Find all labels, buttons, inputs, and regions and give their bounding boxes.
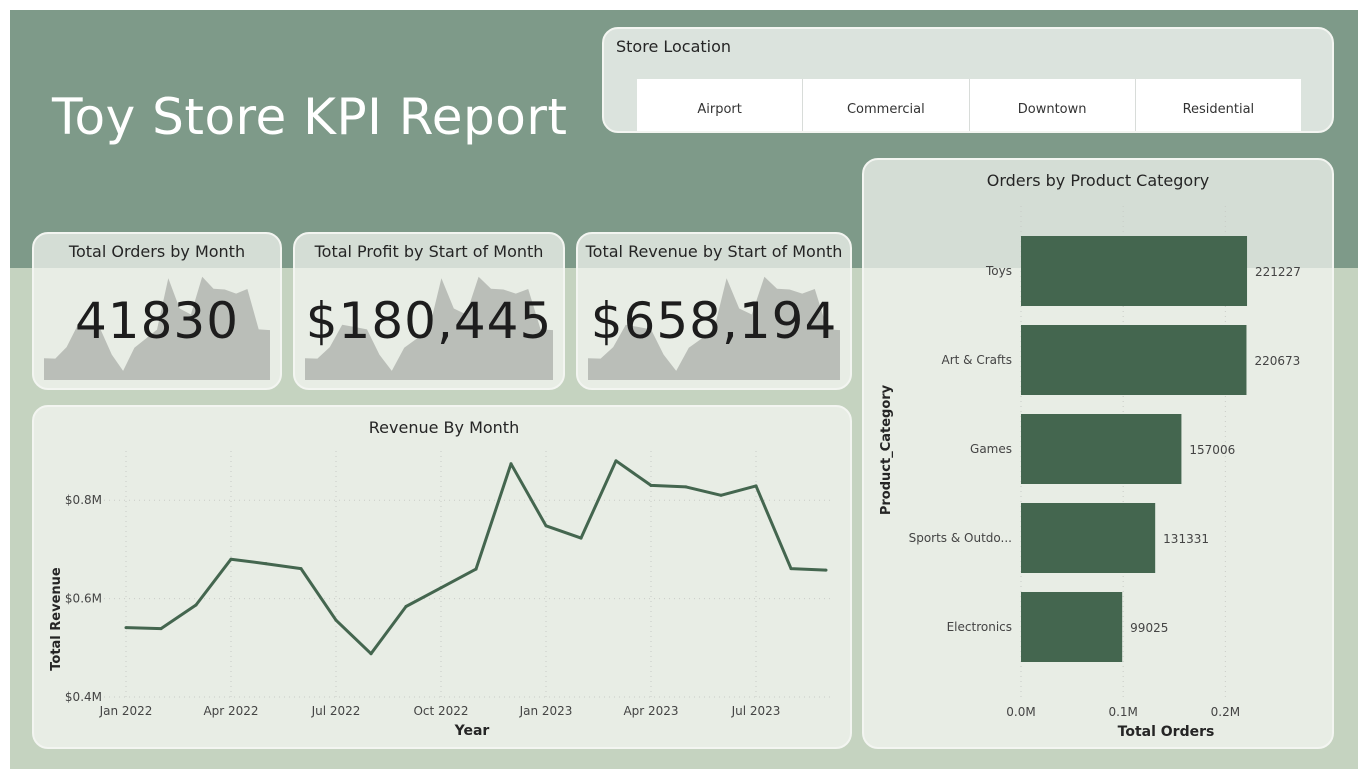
revenue-data-point[interactable] xyxy=(299,567,303,571)
revenue-data-point[interactable] xyxy=(369,652,373,656)
slicer-title: Store Location xyxy=(616,37,732,56)
kpi-card-revenue[interactable]: Total Revenue by Start of Month $658,194 xyxy=(576,232,852,390)
kpi-value: $658,194 xyxy=(590,292,838,350)
revenue-data-point[interactable] xyxy=(789,567,793,571)
orders-by-category-card[interactable]: Orders by Product Category Toys Art & Cra… xyxy=(862,158,1334,749)
revenue-data-point[interactable] xyxy=(124,626,128,630)
y-tick-label: $0.4M xyxy=(65,690,102,704)
x-tick-label: Apr 2022 xyxy=(203,704,258,718)
y-axis-label: Total Revenue xyxy=(49,567,64,671)
category-bar[interactable] xyxy=(1021,592,1123,662)
slicer-option-residential[interactable]: Residential xyxy=(1135,79,1301,131)
category-label: Toys xyxy=(985,264,1012,278)
x-tick-label: Jul 2022 xyxy=(311,704,361,718)
revenue-data-point[interactable] xyxy=(404,604,408,608)
x-tick-label: Apr 2023 xyxy=(623,704,678,718)
x-axis-label: Total Orders xyxy=(1118,724,1215,740)
revenue-data-point[interactable] xyxy=(264,562,268,566)
y-tick-label: $0.8M xyxy=(65,493,102,507)
revenue-data-point[interactable] xyxy=(754,484,758,488)
category-bar[interactable] xyxy=(1021,503,1156,573)
category-bar[interactable] xyxy=(1021,236,1248,306)
category-label: Art & Crafts xyxy=(942,353,1012,367)
y-tick-label: $0.6M xyxy=(65,592,102,606)
revenue-data-point[interactable] xyxy=(194,603,198,607)
x-tick-label: 0.2M xyxy=(1211,705,1240,719)
revenue-data-point[interactable] xyxy=(614,459,618,463)
slicer-option-commercial[interactable]: Commercial xyxy=(803,79,970,131)
report-title: Toy Store KPI Report xyxy=(52,88,568,146)
revenue-data-point[interactable] xyxy=(719,493,723,497)
revenue-data-point[interactable] xyxy=(579,536,583,540)
kpi-value: 41830 xyxy=(74,292,240,350)
revenue-data-point[interactable] xyxy=(229,557,233,561)
revenue-data-point[interactable] xyxy=(824,568,828,572)
y-axis-label: Product_Category xyxy=(879,384,894,515)
kpi-card-orders[interactable]: Total Orders by Month 41830 xyxy=(32,232,282,390)
category-label: Electronics xyxy=(947,620,1012,634)
bar-value-label: 131331 xyxy=(1163,532,1209,546)
bar-value-label: 157006 xyxy=(1189,443,1235,457)
dashboard-canvas: Toy Store KPI Report Store Location Airp… xyxy=(10,10,1358,769)
revenue-line-chart: Revenue By Month $0.4M $0.6M $0.8M Jan 202… xyxy=(49,418,834,739)
revenue-series-line xyxy=(125,459,827,656)
chart-title: Orders by Product Category xyxy=(987,171,1210,190)
kpi-title: Total Profit by Start of Month xyxy=(314,242,544,261)
revenue-data-point[interactable] xyxy=(439,586,443,590)
bar-value-label: 220673 xyxy=(1254,354,1300,368)
x-tick-label: Oct 2022 xyxy=(413,704,468,718)
category-label: Games xyxy=(970,442,1012,456)
revenue-data-point[interactable] xyxy=(649,483,653,487)
category-bar[interactable] xyxy=(1021,414,1182,484)
store-location-slicer: Store Location Airport Commercial Downto… xyxy=(602,27,1334,133)
x-tick-label: 0.0M xyxy=(1006,705,1035,719)
x-axis-label: Year xyxy=(454,723,490,739)
category-bar-chart: Orders by Product Category Toys Art & Cra… xyxy=(879,171,1301,740)
x-tick-label: Jan 2023 xyxy=(519,704,573,718)
kpi-value: $180,445 xyxy=(305,292,553,350)
x-tick-label: 0.1M xyxy=(1108,705,1137,719)
slicer-options: Airport Commercial Downtown Residential xyxy=(637,79,1301,131)
slicer-option-downtown[interactable]: Downtown xyxy=(969,79,1136,131)
revenue-data-point[interactable] xyxy=(334,618,338,622)
bar-value-label: 99025 xyxy=(1130,621,1168,635)
category-bar[interactable] xyxy=(1021,325,1247,395)
chart-title: Revenue By Month xyxy=(369,418,519,437)
revenue-data-point[interactable] xyxy=(474,567,478,571)
x-tick-label: Jul 2023 xyxy=(731,704,781,718)
kpi-card-profit[interactable]: Total Profit by Start of Month $180,445 xyxy=(293,232,565,390)
category-label: Sports & Outdo... xyxy=(909,531,1012,545)
kpi-title: Total Revenue by Start of Month xyxy=(585,242,843,261)
slicer-option-airport[interactable]: Airport xyxy=(637,79,804,131)
revenue-data-point[interactable] xyxy=(684,485,688,489)
revenue-data-point[interactable] xyxy=(509,462,513,466)
revenue-by-month-card[interactable]: Revenue By Month $0.4M $0.6M $0.8M Jan 202… xyxy=(32,405,852,749)
kpi-title: Total Orders by Month xyxy=(68,242,246,261)
revenue-data-point[interactable] xyxy=(544,524,548,528)
revenue-data-point[interactable] xyxy=(159,627,163,631)
x-tick-label: Jan 2022 xyxy=(99,704,153,718)
bar-value-label: 221227 xyxy=(1255,265,1301,279)
